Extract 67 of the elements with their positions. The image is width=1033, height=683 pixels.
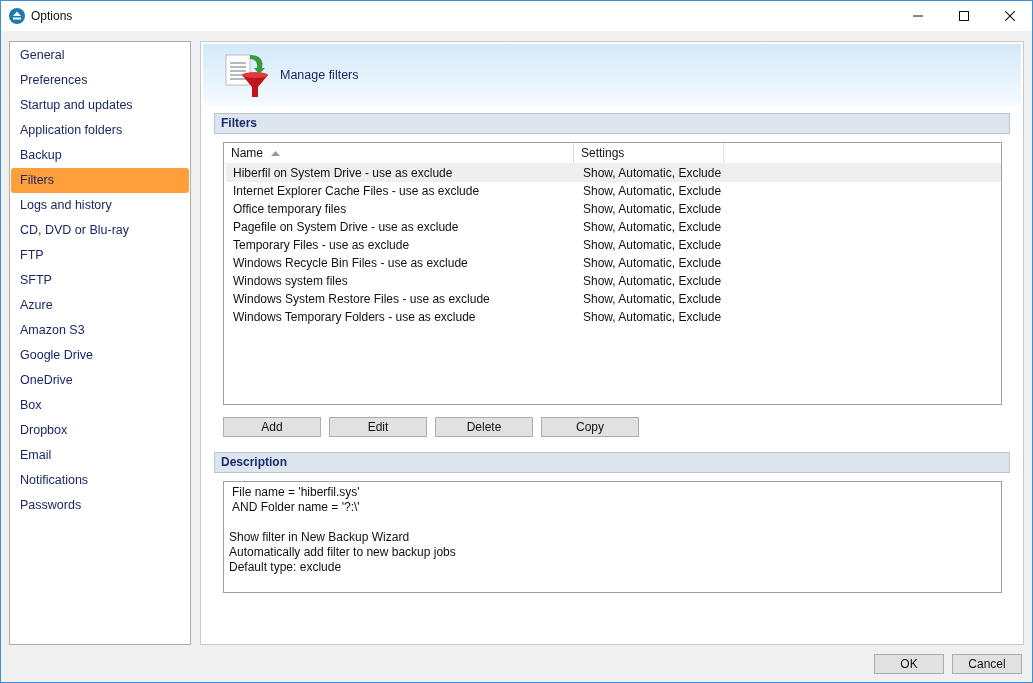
sidebar-item[interactable]: Backup bbox=[11, 143, 189, 168]
sidebar-item[interactable]: Startup and updates bbox=[11, 93, 189, 118]
page-title: Manage filters bbox=[280, 68, 359, 82]
table-cell-text: Show, Automatic, Exclude bbox=[582, 166, 722, 180]
filter-row[interactable]: Internet Explorer Cache Files - use as exclude Show, Automatic, Exclude bbox=[226, 182, 1001, 200]
table-cell-text: Office temporary files bbox=[232, 202, 348, 216]
table-cell-text: Show, Automatic, Exclude bbox=[582, 256, 722, 270]
action-button[interactable]: Add bbox=[223, 417, 321, 437]
sidebar-item[interactable]: Box bbox=[11, 393, 189, 418]
sidebar-item[interactable]: Dropbox bbox=[11, 418, 189, 443]
sidebar-item[interactable]: Application folders bbox=[11, 118, 189, 143]
column-header[interactable]: Name bbox=[224, 143, 574, 163]
filter-row[interactable]: Windows Temporary Folders - use as exclude Show, Automatic, Exclude bbox=[226, 308, 1001, 326]
close-icon[interactable] bbox=[1005, 11, 1015, 21]
sidebar-item[interactable]: Azure bbox=[11, 293, 189, 318]
table-cell-text: Windows Temporary Folders - use as exclude bbox=[232, 310, 477, 324]
sidebar-item[interactable]: Email bbox=[11, 443, 189, 468]
table-cell-text: Pagefile on System Drive - use as exclude bbox=[232, 220, 460, 234]
filter-row[interactable]: Windows System Restore Files - use as exclude Show, Automatic, Exclude bbox=[226, 290, 1001, 308]
dialog-button[interactable]: Cancel bbox=[952, 653, 1022, 674]
sidebar-item[interactable]: Logs and history bbox=[11, 193, 189, 218]
sidebar-item[interactable]: Google Drive bbox=[11, 343, 189, 368]
sidebar-item[interactable]: Filters bbox=[11, 168, 189, 193]
filter-row[interactable]: Office temporary files Show, Automatic, Exclude bbox=[226, 200, 1001, 218]
sidebar-item[interactable]: Amazon S3 bbox=[11, 318, 189, 343]
window-title: Options bbox=[31, 9, 73, 23]
table-cell-text: Show, Automatic, Exclude bbox=[582, 184, 722, 198]
sidebar-item[interactable]: Passwords bbox=[11, 493, 189, 518]
table-cell-text: Windows System Restore Files - use as exclude bbox=[232, 292, 491, 306]
maximize-icon[interactable] bbox=[959, 11, 969, 21]
table-cell-text: Temporary Files - use as exclude bbox=[232, 238, 411, 252]
action-button[interactable]: Copy bbox=[541, 417, 639, 437]
description-line: Automatically add filter to new backup jobs bbox=[229, 545, 457, 560]
filter-row[interactable]: Windows system files Show, Automatic, Exclude bbox=[226, 272, 1001, 290]
app-logo-icon bbox=[9, 8, 25, 24]
sidebar-item[interactable]: General bbox=[11, 43, 189, 68]
filter-row[interactable]: Pagefile on System Drive - use as exclude Show, Automatic, Exclude bbox=[226, 218, 1001, 236]
section-header: Description bbox=[214, 452, 1010, 473]
table-cell-text: Hiberfil on System Drive - use as exclude bbox=[232, 166, 454, 180]
sidebar-item[interactable]: OneDrive bbox=[11, 368, 189, 393]
filter-row[interactable]: Windows Recycle Bin Files - use as exclude Show, Automatic, Exclude bbox=[226, 254, 1001, 272]
table-cell-text: Show, Automatic, Exclude bbox=[582, 238, 722, 252]
sort-ascending-icon bbox=[271, 150, 280, 156]
description-line: AND Folder name = '?:\' bbox=[231, 500, 361, 515]
column-header[interactable]: Settings bbox=[574, 143, 724, 163]
action-button[interactable]: Delete bbox=[435, 417, 533, 437]
sidebar-item[interactable]: CD, DVD or Blu-ray bbox=[11, 218, 189, 243]
dialog-button[interactable]: OK bbox=[874, 653, 944, 674]
action-button[interactable]: Edit bbox=[329, 417, 427, 437]
filter-row[interactable]: Temporary Files - use as exclude Show, Automatic, Exclude bbox=[226, 236, 1001, 254]
sidebar-item[interactable]: FTP bbox=[11, 243, 189, 268]
description-line: Show filter in New Backup Wizard bbox=[229, 530, 411, 545]
table-cell-text: Windows system files bbox=[232, 274, 349, 288]
table-cell-text: Show, Automatic, Exclude bbox=[582, 220, 722, 234]
sidebar-item[interactable]: Preferences bbox=[11, 68, 189, 93]
sidebar-item[interactable]: Notifications bbox=[11, 468, 189, 493]
description-line: File name = 'hiberfil.sys' bbox=[231, 485, 361, 500]
table-cell-text: Windows Recycle Bin Files - use as exclude bbox=[232, 256, 469, 270]
filter-row[interactable]: Hiberfil on System Drive - use as exclude Show, Automatic, Exclude bbox=[226, 164, 1001, 182]
table-cell-text: Internet Explorer Cache Files - use as exclude bbox=[232, 184, 481, 198]
table-cell-text: Show, Automatic, Exclude bbox=[582, 202, 722, 216]
sidebar-item[interactable]: SFTP bbox=[11, 268, 189, 293]
description-line: Default type: exclude bbox=[229, 560, 343, 575]
table-cell-text: Show, Automatic, Exclude bbox=[582, 292, 722, 306]
table-cell-text: Show, Automatic, Exclude bbox=[582, 310, 722, 324]
section-header: Filters bbox=[214, 113, 1010, 134]
table-cell-text: Show, Automatic, Exclude bbox=[582, 274, 722, 288]
